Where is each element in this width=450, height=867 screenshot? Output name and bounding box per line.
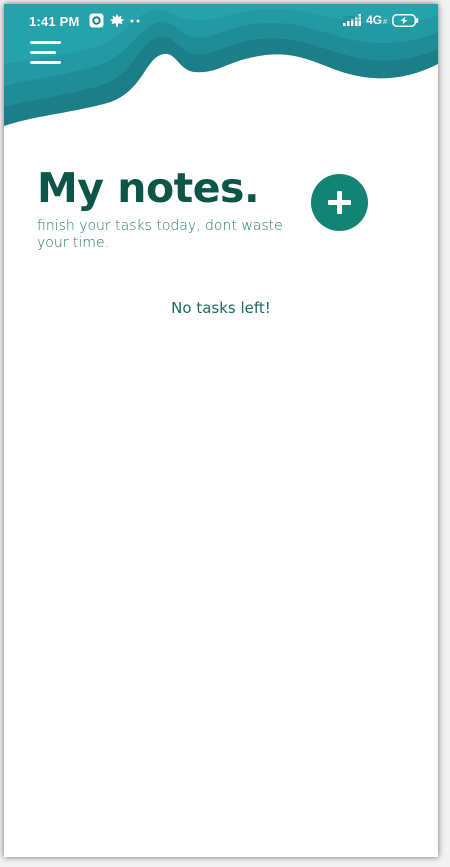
app-screen: 1:41 PM 4G# My notes. finish your tasks … [4, 4, 438, 857]
page-title: My notes. [37, 164, 260, 212]
add-note-button[interactable] [311, 174, 368, 231]
menu-bar-bottom [30, 61, 61, 64]
record-icon [89, 13, 104, 28]
menu-bar-middle [30, 51, 56, 54]
battery-charging-icon [392, 13, 419, 27]
menu-bar-top [30, 41, 61, 44]
status-bar: 1:41 PM 4G# [4, 4, 438, 38]
leaf-icon [110, 14, 124, 27]
menu-button[interactable] [28, 40, 64, 66]
status-right-icons: 4G# [343, 13, 419, 27]
empty-tasks-message: No tasks left! [171, 299, 271, 317]
network-label: 4G [366, 13, 383, 27]
network-sub: # [383, 19, 387, 26]
plus-vertical [337, 191, 342, 214]
signal-icon [343, 14, 362, 26]
network-type: 4G# [366, 13, 387, 27]
status-left-icons [89, 13, 140, 28]
page-subtitle: finish your tasks today, dont waste your… [37, 218, 283, 251]
status-time: 1:41 PM [29, 14, 80, 29]
more-dots-icon [130, 19, 140, 22]
